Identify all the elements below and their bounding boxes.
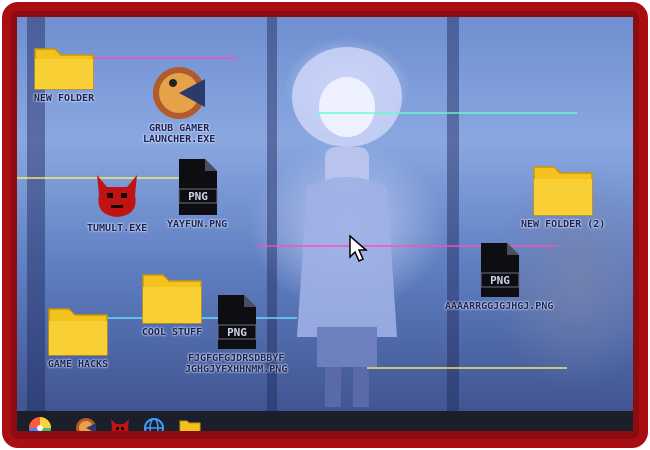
desktop-icon-tumult[interactable]: TUMULT.EXE [87,169,147,234]
png-file-icon: PNG [217,295,257,349]
globe-icon [144,418,164,431]
taskbar-grub-launcher[interactable] [73,415,99,431]
folder-icon [48,308,108,356]
png-badge: PNG [490,274,510,287]
wallpaper-pillar [447,17,459,417]
png-file-icon: PNG [178,159,218,215]
start-color-wheel-icon [29,417,51,431]
desktop-icon-aaaarrggjgjhgjhgj-png[interactable]: PNG AAAARRGGJGJHGJ.PNG [445,241,553,312]
icon-label: NEW FOLDER [33,93,95,104]
icon-label: GRUB GAMER LAUNCHER.EXE [143,123,216,145]
folder-icon [34,48,94,90]
demon-icon [97,175,138,217]
desktop-icon-yayfun-png[interactable]: PNG YAYFUN.PNG [167,157,227,230]
wallpaper-character [292,47,402,407]
taskbar-file-explorer[interactable] [177,415,203,431]
icon-label: TUMULT.EXE [87,223,148,234]
desktop-icon-game-hacks[interactable]: GAME HACKS [47,301,109,370]
desktop-icon-new-folder[interactable]: NEW FOLDER [33,41,95,104]
demon-icon [111,419,129,431]
icon-label: NEW FOLDER (2) [521,219,606,230]
png-file-icon: PNG [480,243,520,297]
desktop-icon-grub-gamer-launcher[interactable]: GRUB GAMER LAUNCHER.EXE [143,63,215,145]
mouse-cursor-icon [349,235,368,263]
desktop-icon-new-folder-2[interactable]: NEW FOLDER (2) [521,159,605,230]
png-badge: PNG [188,190,208,203]
desktop[interactable]: NEW FOLDER GRUB GAMER LAUNCHER.EXE TUMUL… [17,17,633,431]
grub-launcher-icon [153,67,206,119]
folder-icon [533,166,593,216]
taskbar-tumult[interactable] [107,415,133,431]
start-button[interactable] [27,415,53,431]
icon-label: AAAARRGGJGJHGJ.PNG [445,301,554,312]
png-badge: PNG [227,326,247,339]
icon-label: FJGFGFGJDRSDBBYF JGHGJYFXHHNMM.PNG [185,353,288,375]
taskbar [17,411,633,431]
folder-icon [179,420,201,431]
icon-label: GAME HACKS [47,359,109,370]
grub-launcher-icon [76,418,96,431]
icon-label: YAYFUN.PNG [167,219,228,230]
desktop-icon-fjgfgfgjdrsdbbyf-png[interactable]: PNG FJGFGFGJDRSDBBYF JGHGJYFXHHNMM.PNG [185,293,287,375]
taskbar-browser[interactable] [141,415,167,431]
window-frame: NEW FOLDER GRUB GAMER LAUNCHER.EXE TUMUL… [2,2,648,448]
